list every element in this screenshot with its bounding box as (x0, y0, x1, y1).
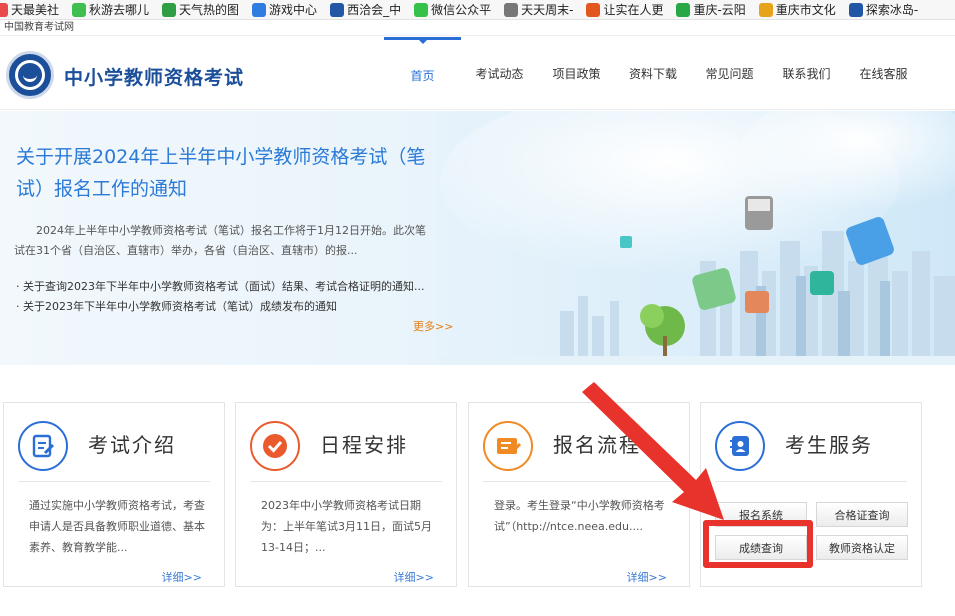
divider (18, 481, 210, 482)
bookmark-label: 天最美社 (11, 3, 60, 17)
site-tab-label: 中国教育考试网 (0, 20, 955, 36)
bookmark-item[interactable]: 西洽会_中 (330, 1, 401, 18)
card-icon-circle (18, 421, 68, 471)
highlight-box (703, 520, 813, 568)
site-header: 中小学教师资格考试 首页 考试动态 项目政策 资料下载 常见问题 联系我们 在线… (0, 37, 955, 110)
bookmark-favicon-icon (848, 2, 863, 17)
logo-emblem-icon (15, 60, 45, 90)
service-cards: 考试介绍 通过实施中小学教师资格考试，考查申请人是否具备教师职业道德、基本素养、… (0, 402, 955, 616)
nav-policy[interactable]: 项目政策 (538, 37, 615, 110)
card-title: 日程安排 (320, 433, 408, 457)
bookmark-label: 让实在人更 (603, 3, 664, 17)
bookmark-label: 西洽会_中 (347, 3, 402, 17)
more-link[interactable]: 更多>> (413, 318, 453, 334)
bookmark-label: 天天周末- (521, 3, 574, 17)
bookmark-favicon-icon (586, 2, 601, 17)
bookmark-label: 天气热的图 (179, 3, 240, 17)
news-link[interactable]: · 关于2023年下半年中小学教师资格考试（笔试）成绩发布的通知 (16, 297, 446, 317)
headline-summary: 2024年上半年中小学教师资格考试（笔试）报名工作将于1月12日开始。此次笔试在… (14, 224, 426, 257)
card-exam-intro: 考试介绍 通过实施中小学教师资格考试，考查申请人是否具备教师职业道德、基本素养、… (3, 402, 225, 587)
bookmark-label: 重庆市文化 (775, 3, 836, 17)
checkmark-icon (263, 434, 287, 458)
bookmark-item[interactable]: 重庆-云阳 (676, 1, 746, 18)
form-edit-icon (497, 438, 522, 454)
bookmark-favicon-icon (504, 2, 519, 17)
divider (483, 481, 675, 482)
nav-online-service[interactable]: 在线客服 (845, 37, 922, 110)
teacher-certification-button[interactable]: 教师资格认定 (816, 535, 908, 560)
bookmark-label: 重庆-云阳 (693, 3, 746, 17)
details-link[interactable]: 详细>> (394, 569, 434, 585)
main-nav: 首页 考试动态 项目政策 资料下载 常见问题 联系我们 在线客服 (384, 37, 922, 110)
document-edit-icon (32, 434, 55, 458)
card-title: 考生服务 (785, 433, 873, 457)
bookmark-item[interactable]: 秋游去哪儿 (72, 1, 149, 18)
hero-banner: 关于开展2024年上半年中小学教师资格考试（笔试）报名工作的通知 2024年上半… (0, 111, 955, 365)
bookmark-item[interactable]: 天最美社 (0, 1, 59, 18)
bookmark-item[interactable]: 天天周末- (504, 1, 573, 18)
news-list: · 关于查询2023年下半年中小学教师资格考试（面试）结果、考试合格证明的通知.… (16, 277, 446, 317)
card-icon-circle (250, 421, 300, 471)
city-illustration (440, 111, 955, 365)
details-link[interactable]: 详细>> (162, 569, 202, 585)
card-title: 考试介绍 (88, 433, 176, 457)
card-schedule: 日程安排 2023年中小学教师资格考试日期为：上半年笔试3月11日，面试5月13… (235, 402, 457, 587)
certificate-query-button[interactable]: 合格证查询 (816, 502, 908, 527)
nav-faq[interactable]: 常见问题 (691, 37, 768, 110)
bookmark-favicon-icon (162, 2, 177, 17)
bookmark-item[interactable]: 探索冰岛- (848, 1, 919, 18)
news-link[interactable]: · 关于查询2023年下半年中小学教师资格考试（面试）结果、考试合格证明的通知.… (16, 277, 446, 297)
bookmark-item[interactable]: 天气热的图 (162, 1, 239, 18)
site-title[interactable]: 中小学教师资格考试 (64, 63, 244, 90)
contacts-book-icon (730, 436, 749, 456)
logo[interactable] (6, 51, 54, 99)
bookmark-item[interactable]: 微信公众平 (414, 1, 491, 18)
bookmark-item[interactable]: 重庆市文化 (758, 1, 836, 18)
bookmark-item[interactable]: 游戏中心 (252, 1, 317, 18)
details-link[interactable]: 详细>> (627, 569, 667, 585)
nav-home[interactable]: 首页 (384, 37, 461, 110)
bookmark-label: 游戏中心 (269, 3, 318, 17)
card-registration-process: 报名流程 登录。考生登录“中小学教师资格考试”（http://ntce.neea… (468, 402, 690, 587)
bookmark-item[interactable]: 让实在人更 (586, 1, 663, 18)
bookmark-label: 探索冰岛- (865, 3, 919, 17)
card-title: 报名流程 (553, 433, 641, 457)
bookmark-favicon-icon (72, 2, 87, 17)
bookmark-favicon-icon (252, 2, 267, 17)
card-text: 登录。考生登录“中小学教师资格考试”（http://ntce.neea.edu.… (494, 499, 665, 533)
nav-downloads[interactable]: 资料下载 (615, 37, 691, 110)
card-text: 通过实施中小学教师资格考试，考查申请人是否具备教师职业道德、基本素养、教育教学能… (29, 499, 205, 554)
nav-exam-news[interactable]: 考试动态 (461, 37, 538, 110)
bookmark-favicon-icon (414, 2, 429, 17)
divider (250, 481, 442, 482)
bookmark-favicon-icon (676, 2, 691, 17)
card-icon-circle (715, 421, 765, 471)
card-text: 2023年中小学教师资格考试日期为：上半年笔试3月11日，面试5月13-14日；… (261, 499, 432, 554)
divider (715, 481, 907, 482)
bookmark-favicon-icon (758, 2, 773, 17)
bookmark-favicon-icon (0, 2, 8, 17)
bookmarks-bar: 天最美社 秋游去哪儿 天气热的图 游戏中心 西洽会_中 微信公众平 天天周末- 让实在人更 重庆… (0, 0, 955, 20)
bookmark-favicon-icon (330, 2, 345, 17)
nav-contact[interactable]: 联系我们 (768, 37, 845, 110)
headline-link[interactable]: 关于开展2024年上半年中小学教师资格考试（笔试）报名工作的通知 (16, 141, 436, 205)
card-icon-circle (483, 421, 533, 471)
bookmark-label: 秋游去哪儿 (89, 3, 150, 17)
bookmark-label: 微信公众平 (431, 3, 492, 17)
